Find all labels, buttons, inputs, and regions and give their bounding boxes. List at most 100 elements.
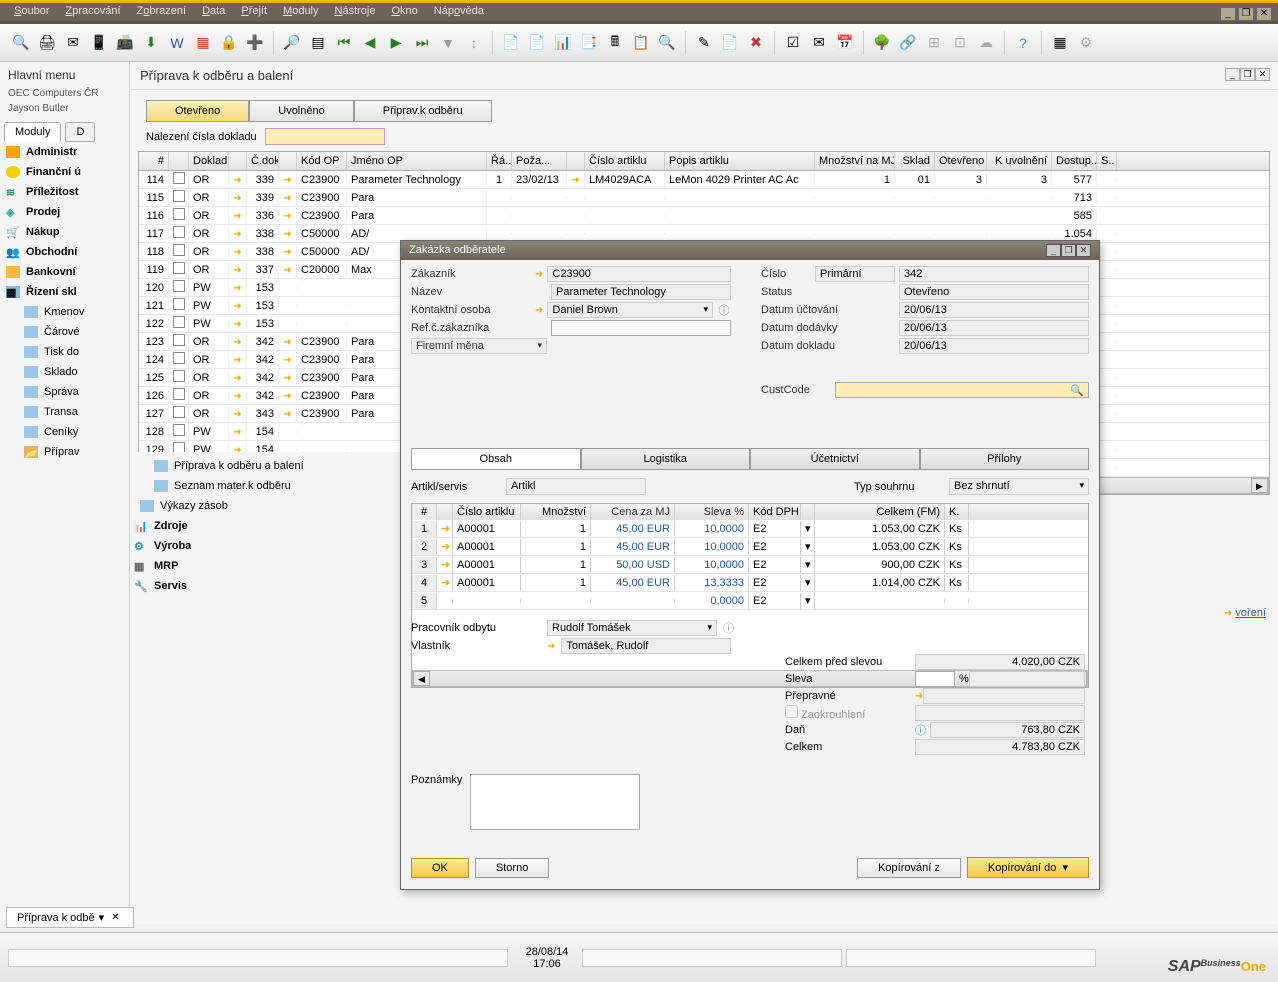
customer-field[interactable]: C23900 [547,266,731,282]
nav-tisk[interactable]: Tisk do [0,342,129,362]
excel-icon[interactable]: ⬇ [140,32,162,54]
minimize-button[interactable]: _ [1220,7,1236,21]
edit-icon[interactable]: ✎ [693,32,715,54]
shipping-link-icon[interactable]: ➜ [915,691,923,702]
copy-from-button[interactable]: Kopírování z [857,858,961,878]
form-icon[interactable]: ▤ [307,32,329,54]
preview-icon[interactable]: 🔍 [10,32,32,54]
order-storno-button[interactable]: Storno [475,858,549,878]
subwin-minimize[interactable]: _ [1046,244,1061,257]
link-icon[interactable]: 🔗 [897,32,919,54]
email-icon[interactable]: ✉ [62,32,84,54]
nav-finance[interactable]: Finanční ú [0,162,129,182]
scroll-right[interactable]: ▶ [1251,478,1268,493]
help-icon[interactable]: ? [1012,32,1034,54]
doc1-icon[interactable]: 📄 [500,32,522,54]
tab-moduly[interactable]: Moduly [4,122,61,142]
sales-employee[interactable]: Rudolf Tomášek [547,620,717,636]
nav-carove[interactable]: Čárové [0,322,129,342]
nav-rizeni-skladu[interactable]: ▦Řízení skl [0,282,129,302]
delivery-date[interactable]: 20/06/13 [899,320,1089,336]
tab-prilohy[interactable]: Přílohy [920,448,1090,469]
report-icon[interactable]: 📋 [630,32,652,54]
tab-uvolneno[interactable]: Uvolněno [249,100,353,122]
nav-sklado[interactable]: Sklado [0,362,129,382]
table-row[interactable]: 115OR339C23900Para713 [139,189,1269,207]
prev-icon[interactable]: ◀ [359,32,381,54]
contact-field[interactable]: Daniel Brown [547,302,713,318]
nav-ceniky[interactable]: Ceníky [0,422,129,442]
customer-link-icon[interactable]: ➜ [535,269,543,280]
msg-icon[interactable]: ✉ [808,32,830,54]
doc3-icon[interactable]: 📑 [578,32,600,54]
nav-administrace[interactable]: Administr [0,142,129,162]
lock-icon[interactable]: 🔒 [218,32,240,54]
tab-ucetnictvi[interactable]: Účetnictví [750,448,920,469]
nav-priprav[interactable]: 📂Příprav [0,442,129,462]
layout-icon[interactable]: ▦ [1049,32,1071,54]
line-item-row[interactable]: 4➜A00001145,00 EUR13,3333E2▾1.014,00 CZK… [412,574,1088,592]
subwin-close[interactable]: ✕ [1076,244,1091,257]
menu-okno[interactable]: Okno [385,5,423,19]
print-icon[interactable]: 🖨 [36,32,58,54]
table-row[interactable]: 116OR336C23900Para585 [139,207,1269,225]
doc2-icon[interactable]: 📄 [526,32,548,54]
tab-obsah[interactable]: Obsah [411,448,581,469]
settings-icon[interactable]: ⚙ [1075,32,1097,54]
menu-moduly[interactable]: Moduly [277,5,324,19]
summary-type[interactable]: Bez shrnutí [949,478,1089,495]
pdf-icon[interactable]: ▦ [192,32,214,54]
copy-to-button[interactable]: Kopírování do ▾ [967,857,1089,878]
nav-prilezitost[interactable]: ≋Příležitost [0,182,129,202]
discount-input[interactable] [915,671,955,687]
nav-kmenova[interactable]: Kmenov [0,302,129,322]
owner-link-icon[interactable]: ➜ [547,641,555,652]
menu-zobrazeni[interactable]: Zobrazení [131,5,193,19]
currency-select[interactable]: Firemní měna [411,338,547,354]
series-field[interactable]: Primární [815,266,895,282]
sales-info-icon[interactable]: ⓘ [723,620,734,636]
subwin-restore[interactable]: ❐ [1061,244,1076,257]
menu-zpracovani[interactable]: Zpracování [59,5,126,19]
tree-icon[interactable]: 🌳 [871,32,893,54]
nav-sprava[interactable]: Správa [0,382,129,402]
relations-icon[interactable]: ⊞ [923,32,945,54]
line-item-row[interactable]: 50,0000E2▾ [412,592,1088,610]
line-scroll-left[interactable]: ◀ [413,671,430,686]
menu-soubor[interactable]: Soubor [8,5,55,19]
contact-info-icon[interactable]: ⓘ [717,302,731,318]
word-icon[interactable]: W [166,32,188,54]
contact-link-icon[interactable]: ➜ [535,305,543,316]
nav-prodej[interactable]: ◈Prodej [0,202,129,222]
cancel-icon[interactable]: ✖ [745,32,767,54]
tax-info-icon[interactable]: ⓘ [915,722,926,738]
fax-icon[interactable]: 📠 [114,32,136,54]
add-icon[interactable]: 📄 [719,32,741,54]
calc-icon[interactable]: 🖩 [604,32,626,54]
menu-prejit[interactable]: Přejít [235,5,273,19]
doc-close[interactable]: ✕ [1255,68,1270,81]
budget-icon[interactable]: 📊 [552,32,574,54]
sort-icon[interactable]: ↕ [463,32,485,54]
ref-field[interactable] [551,320,731,336]
open-window-tab[interactable]: Příprava k odbě▾✕ [6,907,134,928]
find-icon[interactable]: 🔎 [281,32,303,54]
table-row[interactable]: 114OR339C23900Parameter Technology123/02… [139,171,1269,189]
sms-icon[interactable]: 📱 [88,32,110,54]
close-button[interactable]: ✕ [1256,7,1272,21]
owner-field[interactable]: Tomášek, Rudolf [561,638,731,654]
nav-nakup[interactable]: 🛒Nákup [0,222,129,242]
tab-d[interactable]: D [65,122,95,142]
restore-button[interactable]: ❐ [1238,7,1254,21]
doc-minimize[interactable]: _ [1225,68,1240,81]
doc-restore[interactable]: ❐ [1240,68,1255,81]
item-type[interactable]: Artikl [506,478,646,495]
close-tab-icon[interactable]: ✕ [108,912,122,923]
first-icon[interactable]: ⏮ [333,32,355,54]
task-icon[interactable]: ☑ [782,32,804,54]
cal-icon[interactable]: 📅 [834,32,856,54]
order-ok-button[interactable]: OK [411,858,469,878]
nav-bankovni[interactable]: Bankovní [0,262,129,282]
notes-textarea[interactable] [470,774,640,830]
custcode-input[interactable]: 🔍 [835,382,1089,398]
